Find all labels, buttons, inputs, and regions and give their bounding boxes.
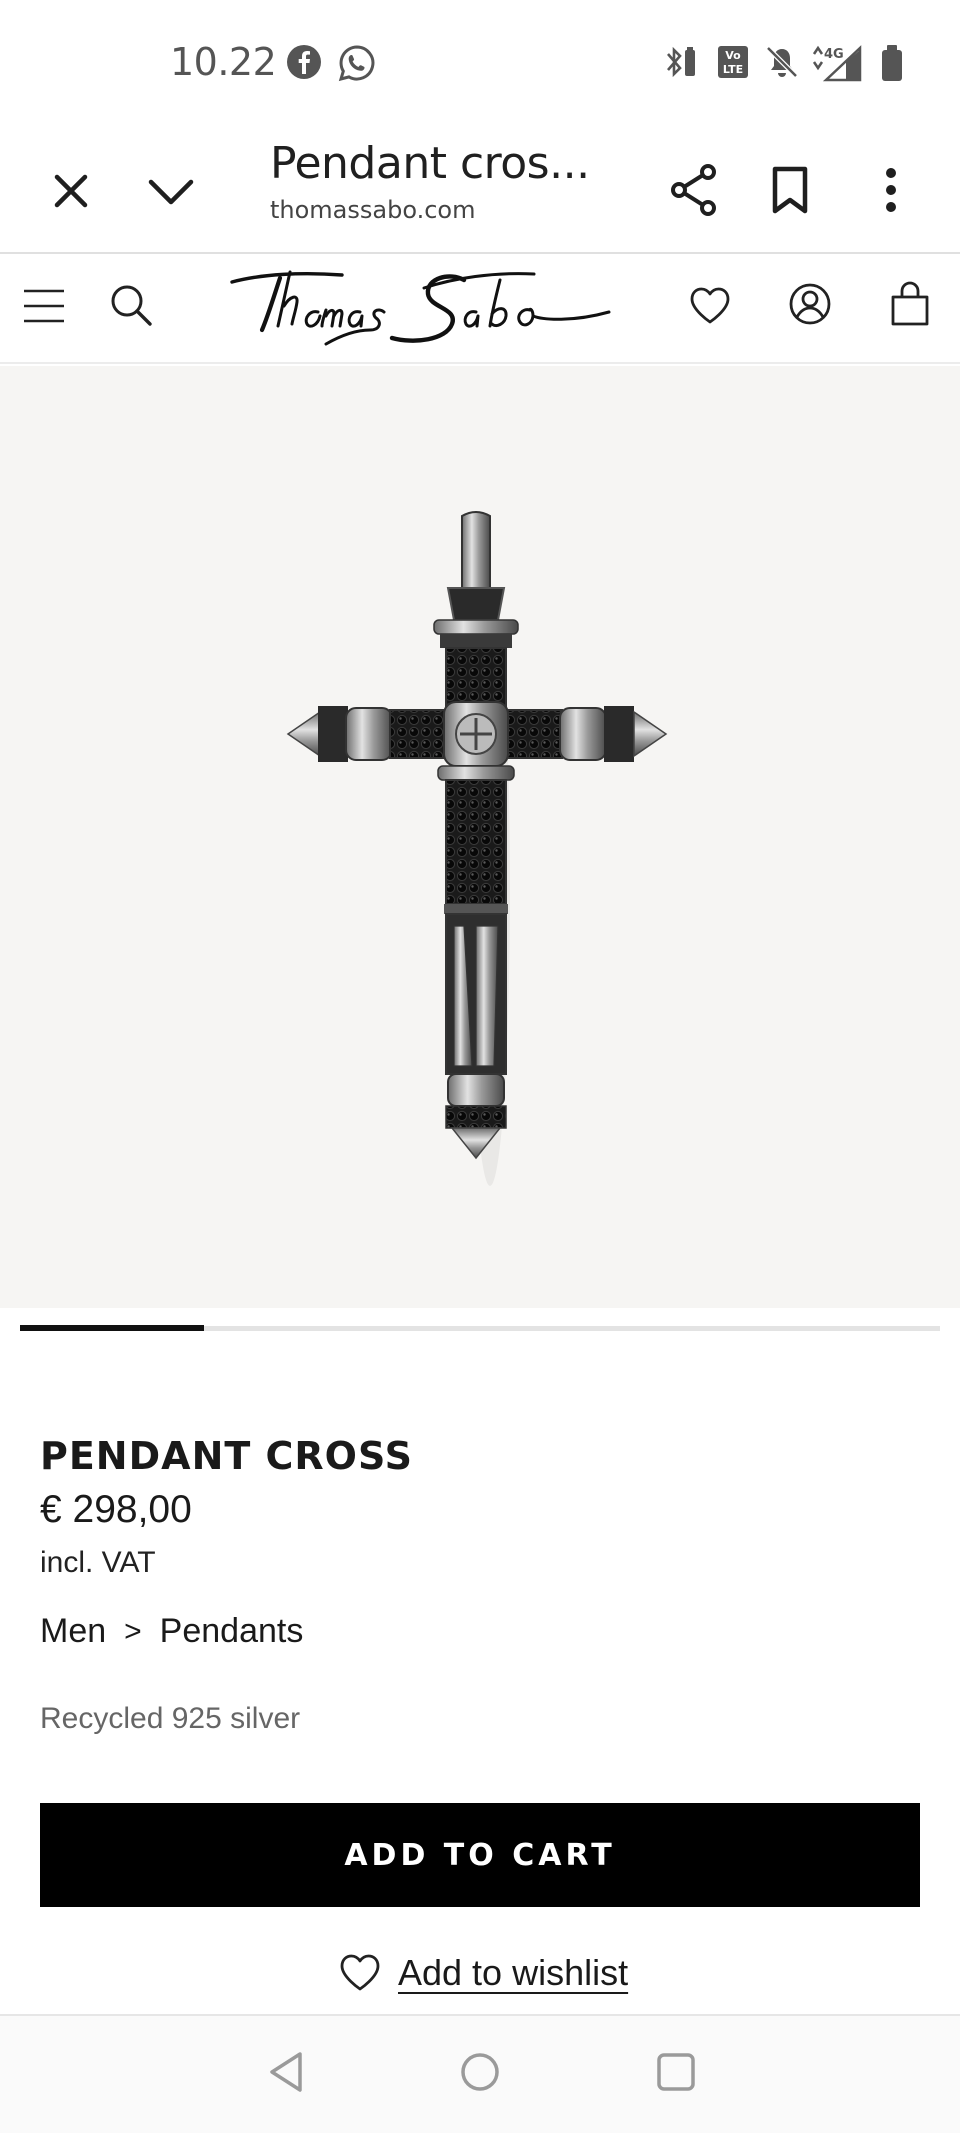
browser-toolbar: Pendant cros... thomassabo.com [0, 128, 960, 254]
home-button[interactable] [456, 2046, 504, 2098]
thomas-sabo-logo[interactable] [228, 266, 612, 352]
heart-icon [340, 1954, 380, 1991]
home-circle-icon [461, 2053, 499, 2091]
recents-button[interactable] [652, 2046, 700, 2098]
svg-text:4G: 4G [824, 47, 844, 62]
back-triangle-icon [270, 2052, 302, 2092]
add-to-wishlist-link[interactable]: Add to wishlist [338, 1952, 628, 1994]
battery-icon [880, 44, 904, 87]
4g-signal-icon: 4G [810, 44, 866, 89]
whatsapp-icon [338, 44, 376, 87]
logo-wordmark [230, 270, 611, 346]
more-options-button[interactable] [866, 158, 916, 222]
product-price: € 298,00 [40, 1488, 192, 1531]
cart-button[interactable] [884, 276, 936, 332]
system-navigation-bar [0, 2014, 960, 2133]
search-button[interactable] [104, 278, 158, 332]
gallery-progress-indicator [20, 1325, 204, 1331]
site-header [0, 254, 960, 364]
cross-pendant-image [286, 511, 668, 1186]
bluetooth-battery-icon [664, 44, 698, 85]
svg-text:Vo: Vo [725, 49, 741, 62]
breadcrumb: Men > Pendants [40, 1612, 303, 1651]
product-name: PENDANT CROSS [40, 1434, 413, 1478]
volte-icon: Vo LTE [716, 44, 750, 85]
breadcrumb-link-men[interactable]: Men [40, 1612, 106, 1651]
status-bar: 10.22 Vo LTE 4G [0, 0, 960, 128]
share-icon [671, 164, 716, 216]
bell-muted-icon [764, 44, 800, 85]
close-tab-button[interactable] [42, 162, 100, 220]
wishlist-label: Add to wishlist [398, 1952, 629, 1993]
search-icon [111, 285, 152, 326]
user-account-icon [789, 283, 831, 325]
add-to-cart-button[interactable]: ADD TO CART [40, 1803, 920, 1907]
facebook-icon [286, 44, 322, 85]
vat-note: incl. VAT [40, 1546, 156, 1579]
shopping-bag-icon [891, 281, 929, 326]
breadcrumb-separator: > [124, 1614, 142, 1648]
bookmark-icon [772, 166, 808, 214]
account-button[interactable] [784, 278, 836, 330]
menu-button[interactable] [18, 280, 70, 332]
minimize-button[interactable] [140, 162, 202, 220]
wishlist-header-button[interactable] [684, 280, 736, 332]
material-info: Recycled 925 silver [40, 1702, 301, 1735]
breadcrumb-link-pendants[interactable]: Pendants [160, 1612, 304, 1651]
share-button[interactable] [662, 158, 726, 222]
page-url: thomassabo.com [270, 196, 476, 224]
heart-icon [690, 287, 730, 324]
back-button[interactable] [262, 2046, 310, 2098]
recents-square-icon [657, 2053, 695, 2091]
chevron-down-icon [148, 179, 194, 205]
hamburger-menu-icon [24, 289, 64, 323]
more-vert-icon [886, 168, 896, 212]
svg-text:LTE: LTE [723, 63, 743, 76]
page-title: Pendant cros... [270, 138, 590, 189]
close-icon [54, 174, 88, 208]
status-time: 10.22 [170, 40, 277, 84]
bookmark-button[interactable] [762, 158, 818, 222]
product-image[interactable] [0, 366, 960, 1308]
